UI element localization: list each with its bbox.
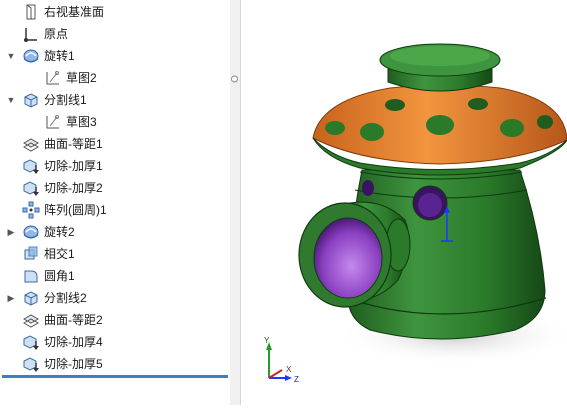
- triad-z-label: Z: [294, 375, 299, 384]
- feature-tree-item[interactable]: ▼ 分割线1: [0, 89, 229, 111]
- triad-x-label: X: [286, 365, 292, 374]
- feature-tree-item-label: 分割线1: [44, 93, 87, 107]
- feature-tree-item-label: 草图3: [66, 115, 97, 129]
- feature-tree-item[interactable]: 曲面-等距2: [0, 309, 229, 331]
- origin-icon: [22, 25, 40, 43]
- feature-tree-item[interactable]: ▼ 旋转1: [0, 45, 229, 67]
- feature-tree-item-label: 相交1: [44, 247, 75, 261]
- feature-tree-item[interactable]: 曲面-等距1: [0, 133, 229, 155]
- feature-tree-item-label: 阵列(圆周)1: [44, 203, 107, 217]
- feature-tree-item[interactable]: 相交1: [0, 243, 229, 265]
- thicken-cut-icon: [22, 179, 40, 197]
- expand-toggle-icon[interactable]: ▼: [6, 50, 16, 62]
- thicken-cut-icon: [22, 333, 40, 351]
- feature-tree: 右视基准面原点 ▼ 旋转1 草图2 ▼ 分割线1 草图3 曲面-等距1 切除-加厚1 切除-加厚2…: [0, 0, 231, 405]
- intersect-icon: [22, 245, 40, 263]
- feature-tree-item-label: 切除-加厚4: [44, 335, 103, 349]
- feature-tree-item-label: 右视基准面: [44, 5, 105, 19]
- feature-tree-item-label: 曲面-等距1: [44, 137, 103, 151]
- feature-tree-item-label: 圆角1: [44, 269, 75, 283]
- feature-tree-item-label: 曲面-等距2: [44, 313, 103, 327]
- split-line-icon: [22, 91, 40, 109]
- sketch-icon: [44, 113, 62, 131]
- feature-tree-item-label: 原点: [44, 27, 69, 41]
- feature-tree-item[interactable]: 草图2: [0, 67, 229, 89]
- split-line-icon: [22, 289, 40, 307]
- feature-tree-item[interactable]: ▶ 旋转2: [0, 221, 229, 243]
- feature-tree-item[interactable]: 圆角1: [0, 265, 229, 287]
- panel-splitter[interactable]: [230, 0, 241, 405]
- feature-tree-item[interactable]: 切除-加厚2: [0, 177, 229, 199]
- thicken-cut-icon: [22, 157, 40, 175]
- feature-tree-item-label: 草图2: [66, 71, 97, 85]
- body-side-hole: [362, 180, 374, 196]
- feature-tree-item-label: 切除-加厚1: [44, 159, 103, 173]
- body-hole-inner: [418, 193, 442, 217]
- circular-pattern-icon: [22, 201, 40, 219]
- feature-tree-item[interactable]: 切除-加厚1: [0, 155, 229, 177]
- expand-toggle-icon[interactable]: ▶: [6, 226, 16, 238]
- triad-y-label: Y: [264, 336, 270, 345]
- feature-tree-item-label: 旋转2: [44, 225, 75, 239]
- orientation-triad[interactable]: Y X Z: [264, 336, 299, 384]
- sketch-icon: [44, 69, 62, 87]
- graphics-viewport[interactable]: Y X Z: [241, 0, 567, 405]
- plane-icon: [22, 3, 40, 21]
- thicken-cut-icon: [22, 355, 40, 373]
- revolve-icon: [22, 47, 40, 65]
- feature-tree-item-label: 切除-加厚5: [44, 357, 103, 371]
- feature-tree-item[interactable]: 切除-加厚4: [0, 331, 229, 353]
- feature-tree-item[interactable]: ▶ 分割线2: [0, 287, 229, 309]
- feature-tree-item[interactable]: 切除-加厚5: [0, 353, 229, 375]
- expand-toggle-icon[interactable]: ▶: [6, 292, 16, 304]
- expand-toggle-icon[interactable]: ▼: [6, 94, 16, 106]
- feature-tree-item[interactable]: 草图3: [0, 111, 229, 133]
- feature-tree-item[interactable]: 原点: [0, 23, 229, 45]
- offset-surface-icon: [22, 135, 40, 153]
- mushroom-cap[interactable]: [312, 84, 567, 176]
- fillet-icon: [22, 267, 40, 285]
- splitter-grip-icon[interactable]: [231, 74, 238, 84]
- top-knob[interactable]: [379, 43, 501, 92]
- feature-tree-item-label: 旋转1: [44, 49, 75, 63]
- model-view[interactable]: Y X Z: [241, 0, 567, 405]
- revolve-icon: [22, 223, 40, 241]
- rollback-bar[interactable]: [2, 375, 228, 378]
- feature-tree-item[interactable]: 右视基准面: [0, 1, 229, 23]
- feature-tree-item[interactable]: 阵列(圆周)1: [0, 199, 229, 221]
- offset-surface-icon: [22, 311, 40, 329]
- feature-tree-item-label: 切除-加厚2: [44, 181, 103, 195]
- feature-tree-item-label: 分割线2: [44, 291, 87, 305]
